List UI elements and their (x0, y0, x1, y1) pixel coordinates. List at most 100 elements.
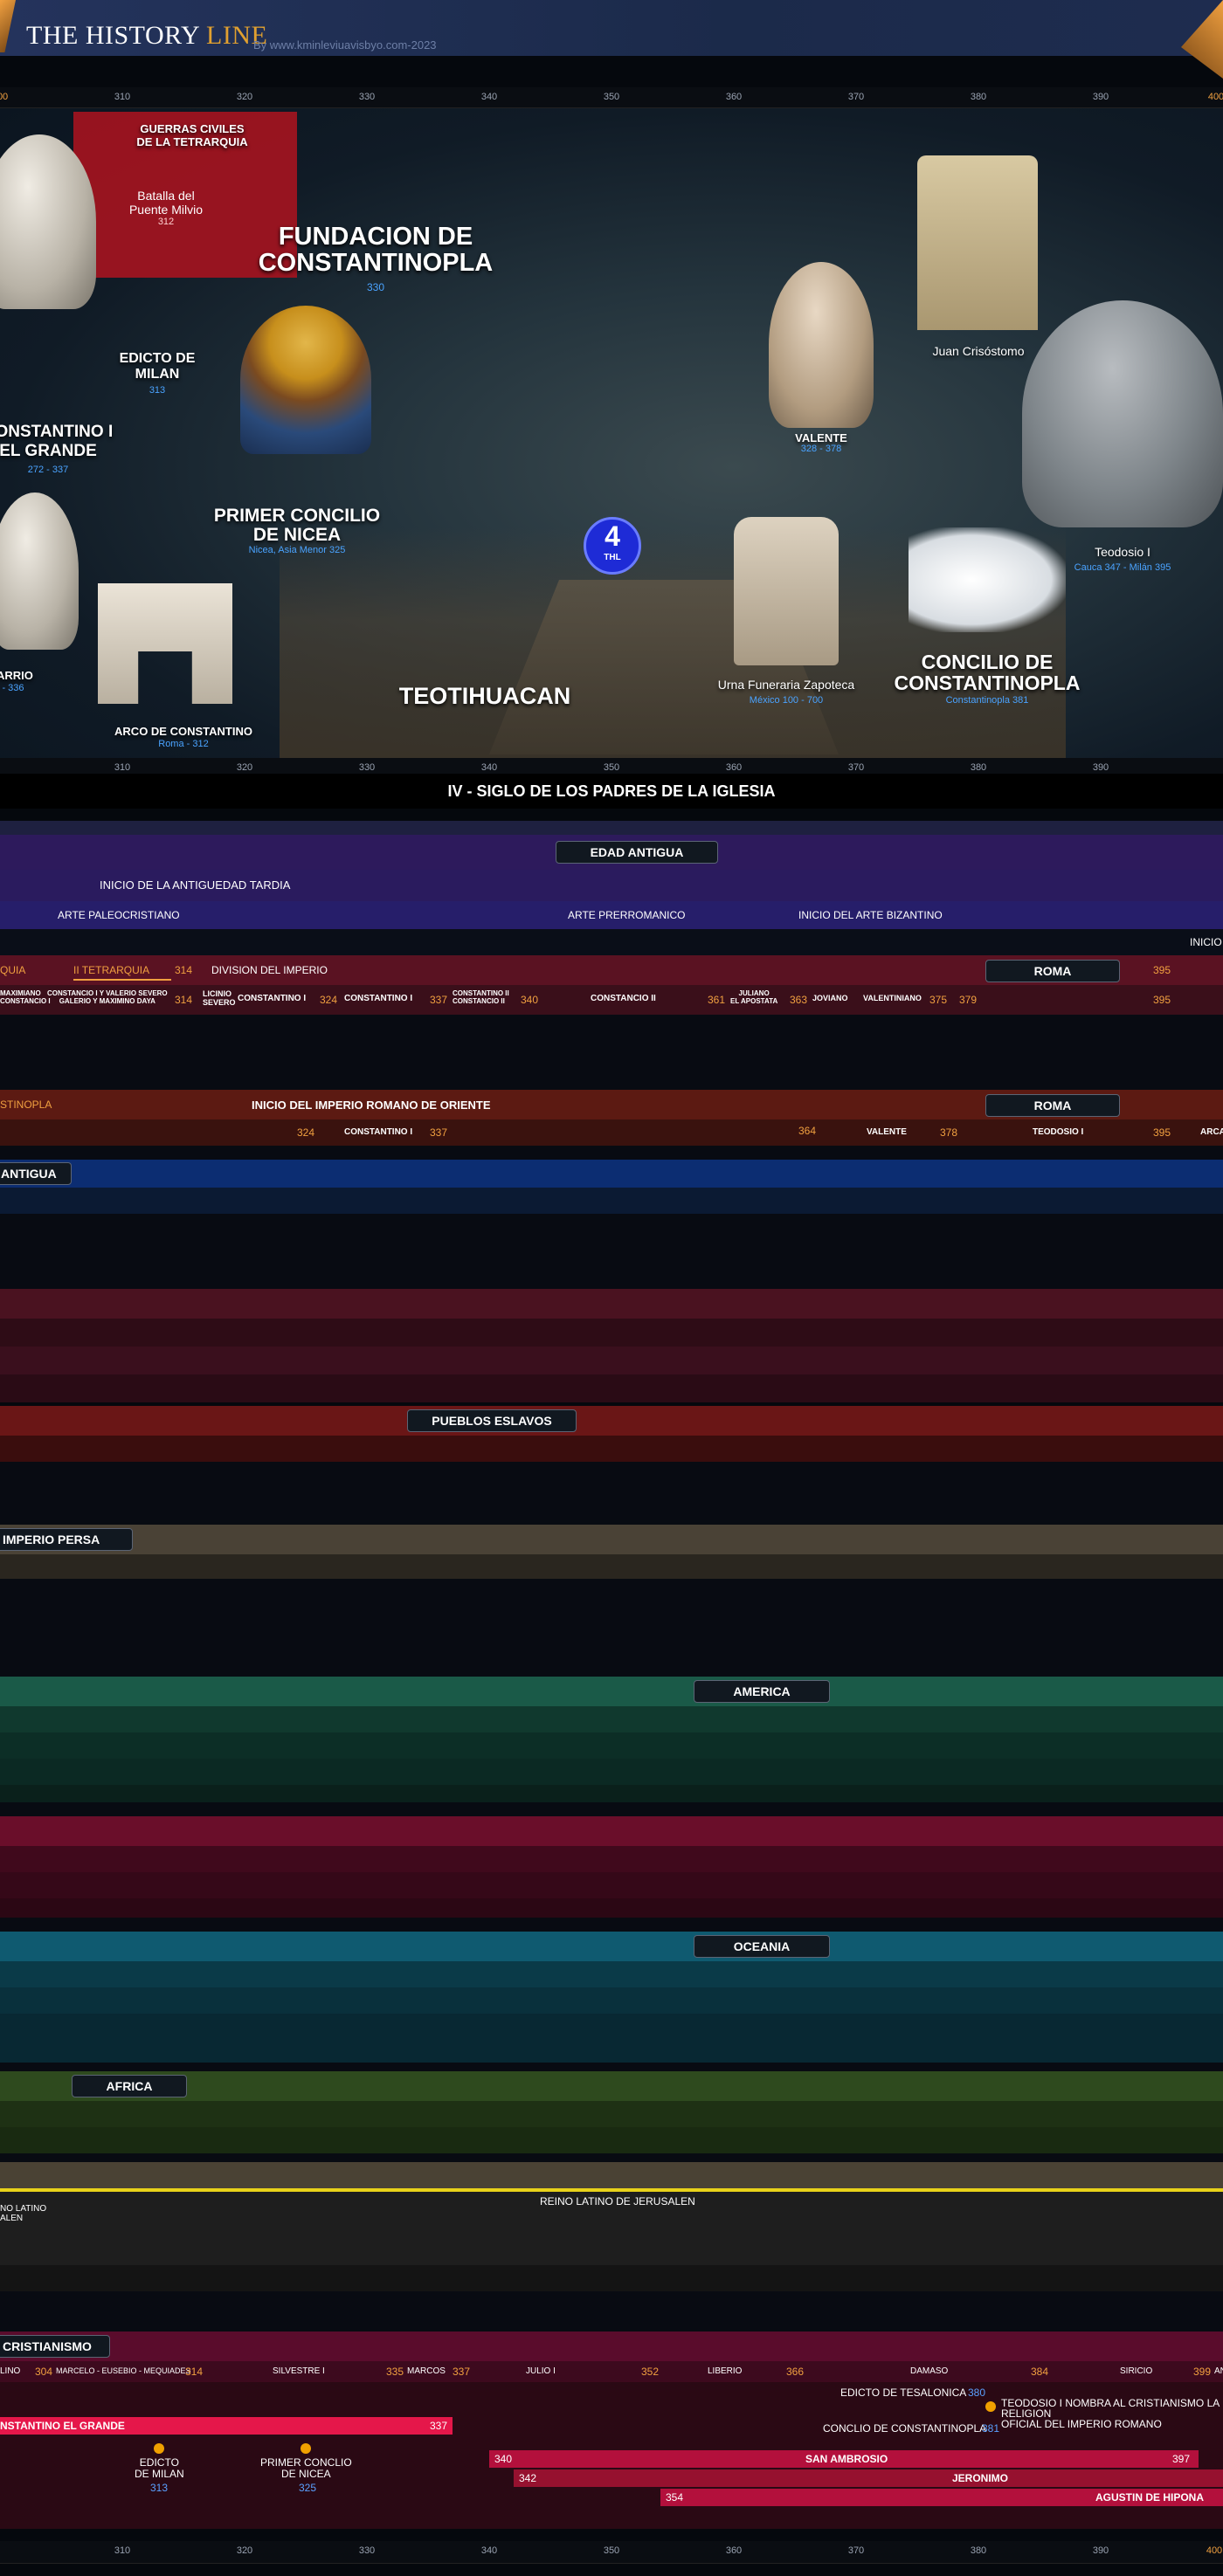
arrio-image[interactable] (0, 492, 79, 650)
jeronimo-start: 342 (519, 2472, 537, 2484)
jeronimo-bar[interactable]: 342 JERONIMO (514, 2469, 1223, 2487)
ruler-item[interactable]: LICINIO SEVERO (203, 989, 236, 1007)
ruler-item[interactable]: MAXIMIANO CONSTANCIO I (0, 989, 51, 1005)
magenta-band (0, 1816, 1223, 1846)
teodosio-sub: Cauca 347 - Milán 395 (1074, 562, 1171, 573)
cristianismo-pill[interactable]: CRISTIANISMO (0, 2335, 110, 2358)
roma-pill[interactable]: ROMA (985, 960, 1120, 982)
ruler-year: 375 (929, 994, 948, 1006)
dove-image[interactable] (909, 527, 1066, 632)
ambrosio-label: SAN AMBROSIO (805, 2453, 888, 2465)
pueblos-eslavos-pill[interactable]: PUEBLOS ESLAVOS (407, 1409, 577, 1432)
america-pill[interactable]: AMERICA (694, 1680, 830, 1703)
constantinopla-left[interactable]: STINOPLA (0, 1099, 52, 1111)
event-marker[interactable] (985, 2401, 996, 2412)
arte-prerromanico[interactable]: ARTE PRERROMANICO (568, 909, 685, 921)
pope-item[interactable]: LIBERIO (708, 2366, 742, 2376)
civil-wars-title: GUERRAS CIVILES DE LA TETRARQUIA (136, 122, 248, 148)
oceania-pill[interactable]: OCEANIA (694, 1935, 830, 1958)
pope-item[interactable]: MARCOS (407, 2366, 446, 2376)
inicio-right[interactable]: INICIO (1190, 936, 1222, 948)
east-ruler[interactable]: CONSTANTINO I (344, 1127, 412, 1137)
imperio-oriente[interactable]: INICIO DEL IMPERIO ROMANO DE ORIENTE (252, 1099, 491, 1112)
agustin-bar[interactable]: 354 AGUSTIN DE HIPONA (660, 2489, 1223, 2506)
ruler-tick: 350 (603, 2545, 620, 2556)
ruler-tick: 310 (114, 762, 131, 773)
maroon-band (0, 1347, 1223, 1374)
arch-label[interactable]: ARCO DE CONSTANTINO (96, 725, 271, 738)
ruler-year: 340 (521, 994, 539, 1006)
ruler-tick: 330 (358, 762, 376, 773)
teodosio-label[interactable]: Teodosio I (1074, 545, 1171, 559)
ruler-item[interactable]: CONSTANCIO I Y VALERIO SEVERO GALERIO Y … (47, 989, 168, 1005)
ruler-item[interactable]: CONSTANTINO I (238, 994, 306, 1003)
edicto-milan-row[interactable]: EDICTO DE MILAN (135, 2457, 184, 2480)
pope-year: 304 (35, 2366, 53, 2378)
zapotec-urn-image[interactable] (734, 517, 839, 665)
event-marker[interactable] (154, 2443, 164, 2454)
imperio-persa-pill[interactable]: IMPERIO PERSA (0, 1528, 133, 1551)
constantino-bar[interactable]: NSTANTINO EL GRANDE 337 (0, 2417, 453, 2435)
pope-item[interactable]: MARCELO - EUSEBIO - MEQUIADES (56, 2366, 191, 2375)
spacer-band (0, 1802, 1223, 1816)
reino-latino-label[interactable]: REINO LATINO DE JERUSALEN (540, 2195, 695, 2208)
arte-paleocristiano[interactable]: ARTE PALEOCRISTIANO (58, 909, 180, 921)
urn-label[interactable]: Urna Funeraria Zapoteca (699, 678, 874, 692)
pope-item[interactable]: SIRICIO (1120, 2366, 1152, 2376)
tetrarquia-left[interactable]: QUIA (0, 964, 25, 976)
ruler-item[interactable]: JOVIANO (812, 994, 848, 1002)
christ-icon-image[interactable] (240, 306, 371, 454)
edad-antigua-pill[interactable]: EDAD ANTIGUA (556, 841, 718, 864)
juan-crisostomo-relief-image[interactable] (917, 155, 1038, 330)
pope-item[interactable]: LINO (0, 2366, 20, 2376)
roma-west-band: QUIA II TETRARQUIA 314 DIVISION DEL IMPE… (0, 955, 1223, 985)
ruler-tick: 390 (1092, 2545, 1109, 2556)
subband (0, 2014, 1223, 2063)
ruler-item[interactable]: CONSTANTINO I (344, 994, 412, 1003)
ruler-item[interactable]: VALENTINIANO (863, 994, 922, 1002)
arch-image[interactable] (98, 583, 232, 704)
edicto-label[interactable]: EDICTO DE MILAN (105, 351, 210, 382)
century-badge[interactable]: 4 THL (584, 517, 641, 575)
pope-item[interactable]: JULIO I (526, 2366, 556, 2376)
ambrosio-bar[interactable]: 340 SAN AMBROSIO 397 (489, 2450, 1199, 2468)
east-ruler[interactable]: ARCA (1200, 1127, 1223, 1137)
teotihuacan-label[interactable]: TEOTIHUACAN (367, 683, 603, 710)
pope-item[interactable]: DAMASO (910, 2366, 948, 2376)
concilio-const-row[interactable]: CONCLIO DE CONSTANTINOPLA (823, 2422, 986, 2435)
teodosio-bust-image[interactable] (1022, 300, 1223, 527)
teodosio-nombra[interactable]: TEODOSIO I NOMBRA AL CRISTIANISMO LA REL… (1001, 2398, 1223, 2429)
constantine-label[interactable]: CONSTANTINO I EL GRANDE (0, 423, 114, 461)
pope-year: 314 (185, 2366, 204, 2378)
valente-label[interactable]: VALENTE (777, 431, 865, 444)
arrio-label[interactable]: ARRIO (0, 669, 33, 682)
concilio-const-label[interactable]: CONCILIO DE CONSTANTINOPLA (874, 651, 1101, 693)
ii-tetrarquia[interactable]: II TETRARQUIA (73, 964, 171, 981)
east-ruler[interactable]: TEODOSIO I (1033, 1127, 1083, 1137)
pope-item[interactable]: AN (1214, 2366, 1223, 2376)
concilio-nicea-row[interactable]: PRIMER CONCLIO DE NICEA (260, 2457, 352, 2480)
reino-latino-left[interactable]: NO LATINO ALEN (0, 2204, 46, 2223)
antiguedad-tardia-label[interactable]: INICIO DE LA ANTIGUEDAD TARDIA (100, 878, 290, 892)
nicea-label[interactable]: PRIMER CONCILIO DE NICEA (192, 506, 402, 545)
africa-pill[interactable]: AFRICA (72, 2075, 187, 2097)
juan-crisostomo-label[interactable]: Juan Crisóstomo (917, 344, 1040, 358)
division-imperio[interactable]: DIVISION DEL IMPERIO (211, 964, 328, 976)
site-logo[interactable]: THE HISTORY LINE (26, 21, 267, 51)
arte-bizantino[interactable]: INICIO DEL ARTE BIZANTINO (798, 909, 943, 921)
valente-bust-image[interactable] (769, 262, 874, 428)
ruler-item[interactable]: CONSTANCIO II (591, 994, 656, 1003)
pope-item[interactable]: SILVESTRE I (273, 2366, 325, 2376)
fundacion-label[interactable]: FUNDACION DE CONSTANTINOPLA (245, 224, 507, 276)
spacer-band (0, 1015, 1223, 1090)
milvio-label[interactable]: Batalla del Puente Milvio (114, 189, 218, 217)
east-ruler[interactable]: VALENTE (867, 1127, 907, 1137)
antigua-pill[interactable]: ANTIGUA (0, 1162, 72, 1185)
ruler-item[interactable]: JULIANO EL APOSTATA (730, 989, 777, 1005)
edicto-tesalonica[interactable]: EDICTO DE TESALONICA (840, 2387, 966, 2399)
pueblos-eslavos-band: PUEBLOS ESLAVOS (0, 1406, 1223, 1436)
century-illustration: GUERRAS CIVILES DE LA TETRARQUIA Batalla… (0, 108, 1223, 760)
event-marker[interactable] (301, 2443, 311, 2454)
ruler-item[interactable]: CONSTANTINO II CONSTANCIO II (453, 989, 509, 1005)
roma-east-pill[interactable]: ROMA (985, 1094, 1120, 1117)
